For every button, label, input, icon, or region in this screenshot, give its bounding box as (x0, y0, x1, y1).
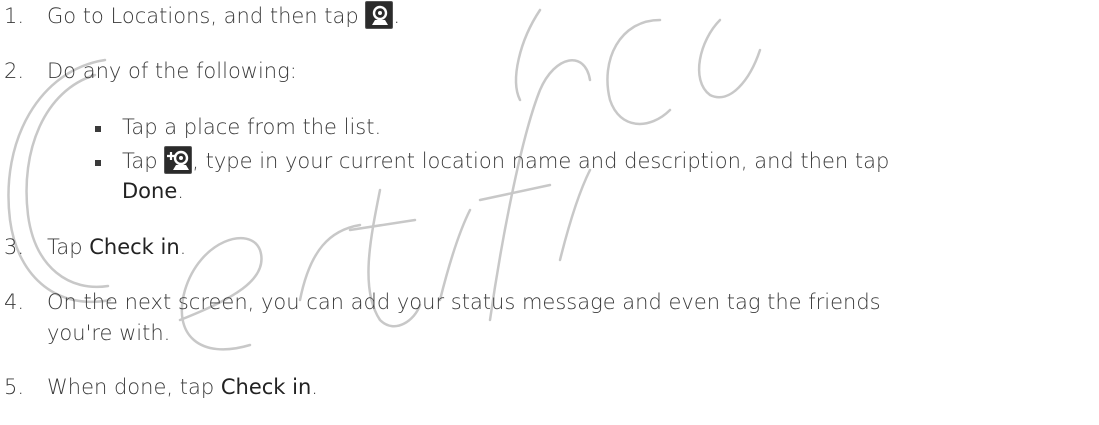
step-text: Do any of the following: (47, 59, 297, 83)
bullet-marker (95, 160, 101, 166)
bullet-marker (95, 126, 101, 132)
done-term: Done (122, 179, 178, 203)
step-number: 1. (4, 4, 25, 28)
bullet-item-2: Tap , type in your current location name… (122, 146, 889, 176)
step-number: 5. (4, 375, 25, 399)
step-text: When done, tap Check in. (47, 375, 318, 399)
locations-pin-icon (365, 1, 394, 29)
step-text-line-2: you're with. (47, 321, 171, 345)
step-text: Go to Locations, and then tap . (47, 1, 400, 31)
check-in-term: Check in (89, 235, 180, 259)
check-in-term: Check in (220, 375, 312, 399)
bullet-item-2-continuation: Done. (122, 179, 184, 203)
bullet-item-1: Tap a place from the list. (122, 115, 382, 139)
add-location-icon (164, 146, 193, 174)
step-number: 2. (4, 59, 25, 83)
step-text-line-1: On the next screen, you can add your sta… (47, 290, 881, 314)
step-number: 4. (4, 290, 25, 314)
step-text: Tap Check in. (47, 235, 187, 259)
step-number: 3. (4, 235, 25, 259)
